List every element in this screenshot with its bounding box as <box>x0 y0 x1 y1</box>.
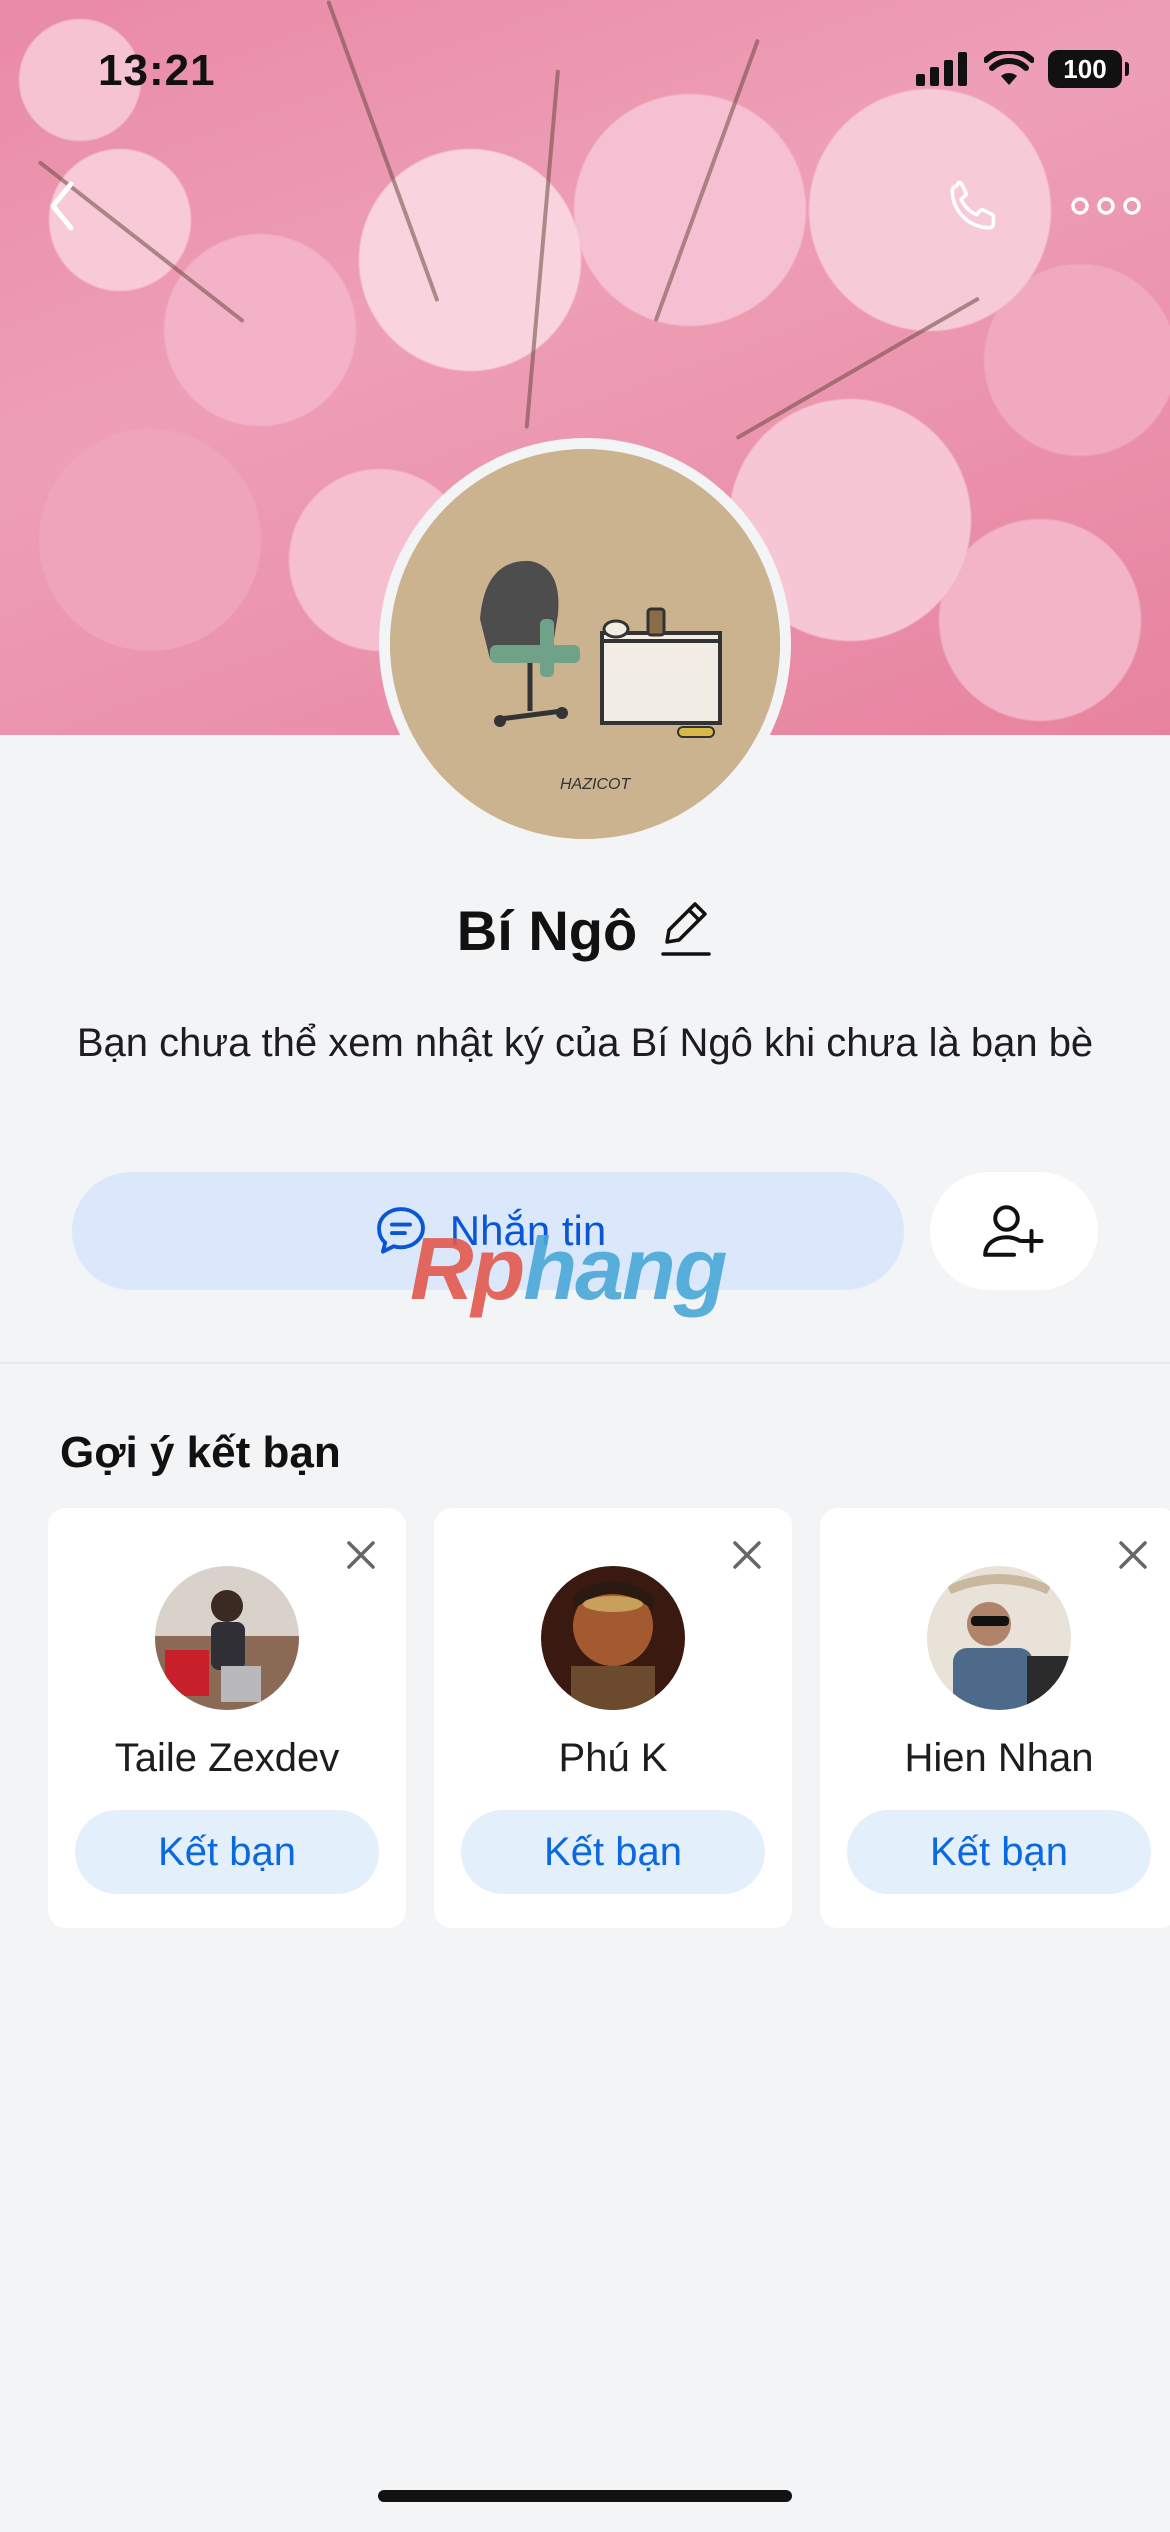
user-plus-icon <box>983 1205 1044 1257</box>
suggestion-name: Taile Zexdev <box>114 1736 340 1780</box>
profile-name: Bí Ngô <box>456 899 638 962</box>
avatar[interactable] <box>927 1566 1071 1710</box>
suggestion-card[interactable]: Hien Nhan Kết bạn <box>820 1508 1170 1928</box>
avatar[interactable] <box>155 1566 299 1710</box>
suggestion-card[interactable]: Phú K Kết bạn <box>434 1508 792 1928</box>
more-horizontal-icon[interactable] <box>1068 186 1144 226</box>
add-friend-suggestion-button[interactable]: Kết bạn <box>461 1810 765 1894</box>
watermark-part1: Rp <box>410 1219 525 1318</box>
close-icon[interactable] <box>1108 1530 1158 1580</box>
add-friend-button[interactable] <box>930 1172 1098 1290</box>
profile-name-row: Bí Ngô <box>0 898 1170 963</box>
suggestion-name: Phú K <box>558 1736 668 1780</box>
avatar-caption: HAZICOT <box>560 776 631 793</box>
section-divider <box>0 1362 1170 1364</box>
avatar[interactable] <box>541 1566 685 1710</box>
close-icon[interactable] <box>336 1530 386 1580</box>
chevron-left-icon[interactable] <box>36 176 88 236</box>
suggestions-title: Gợi ý kết bạn <box>60 1428 341 1477</box>
close-icon[interactable] <box>722 1530 772 1580</box>
avatar-image: HAZICOT <box>390 449 780 839</box>
suggestion-card[interactable]: Taile Zexdev Kết bạn <box>48 1508 406 1928</box>
pencil-icon[interactable] <box>659 898 713 963</box>
wifi-icon <box>984 51 1034 85</box>
profile-avatar[interactable]: HAZICOT <box>379 438 791 850</box>
add-friend-suggestion-button[interactable]: Kết bạn <box>75 1810 379 1894</box>
cellular-signal-icon <box>916 52 967 86</box>
phone-icon[interactable] <box>938 172 1008 242</box>
status-time: 13:21 <box>98 46 216 95</box>
diary-privacy-notice: Bạn chưa thể xem nhật ký của Bí Ngô khi … <box>76 1021 1094 1065</box>
status-icons: 100 <box>916 50 1129 88</box>
suggestion-list: Taile Zexdev Kết bạn Phú K Kết bạn Hien … <box>48 1508 1170 1928</box>
watermark-logo: Rphang <box>410 1218 728 1320</box>
add-friend-suggestion-button[interactable]: Kết bạn <box>847 1810 1151 1894</box>
battery-indicator: 100 <box>1048 50 1129 88</box>
home-indicator[interactable] <box>378 2490 792 2502</box>
suggestion-name: Hien Nhan <box>904 1736 1094 1780</box>
watermark-part2: hang <box>523 1219 727 1318</box>
